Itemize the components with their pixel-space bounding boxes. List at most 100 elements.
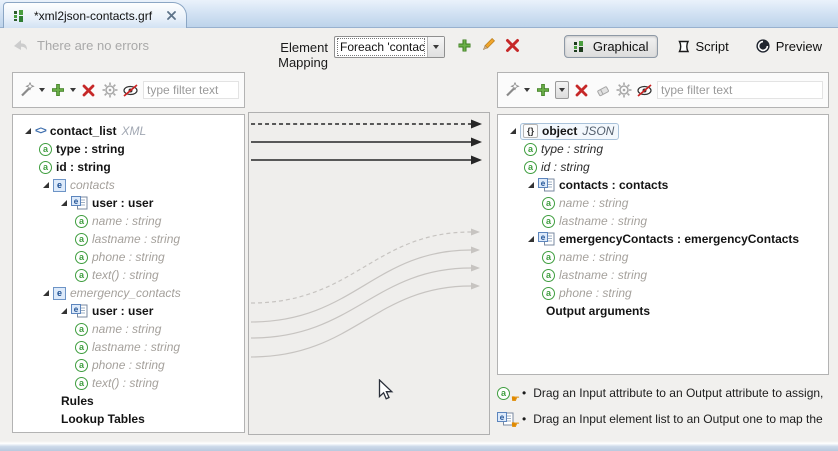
- attribute-icon: a: [542, 251, 555, 264]
- tree-item-lastname[interactable]: a lastname : string: [498, 212, 828, 230]
- graphical-view-button[interactable]: Graphical: [564, 35, 658, 58]
- tree-item-name[interactable]: a name : string: [13, 212, 244, 230]
- editor-tab-bar: *xml2json-contacts.grf: [0, 0, 838, 28]
- hint-element-list: e ☛ • Drag an Input element list to an O…: [497, 407, 835, 431]
- selected-item-highlight: {} object JSON: [520, 123, 619, 140]
- clear-errors-icon: [12, 37, 29, 53]
- add-node-icon[interactable]: [534, 82, 551, 99]
- element-list-icon: e: [71, 304, 88, 318]
- wizard-dropdown-icon[interactable]: [524, 88, 530, 92]
- settings-gear-icon[interactable]: [615, 82, 632, 99]
- hand-pointer-icon: ☛: [511, 421, 520, 431]
- svg-text:e: e: [74, 305, 79, 314]
- element-list-icon: e: [538, 232, 555, 246]
- script-view-button[interactable]: Script: [668, 36, 737, 57]
- hint-attribute: a ☛ • Drag an Input attribute to an Outp…: [497, 381, 835, 405]
- tree-item-type[interactable]: a type : string: [13, 140, 244, 158]
- tree-item-lastname-2[interactable]: a lastname : string: [13, 338, 244, 356]
- tree-item-phone[interactable]: a phone : string: [13, 248, 244, 266]
- input-filter-field[interactable]: [143, 81, 239, 99]
- add-mapping-icon[interactable]: [455, 36, 473, 54]
- tree-item-name-2[interactable]: a name : string: [13, 320, 244, 338]
- attribute-icon: a: [39, 161, 52, 174]
- tree-item-phone-2[interactable]: a phone : string: [13, 356, 244, 374]
- expander-icon[interactable]: [524, 178, 538, 192]
- tree-item-object[interactable]: {} object JSON: [498, 122, 828, 140]
- tree-item-rules[interactable]: Rules: [13, 392, 244, 410]
- tree-item-id[interactable]: a id : string: [13, 158, 244, 176]
- svg-text:e: e: [74, 197, 79, 206]
- preview-view-button[interactable]: Preview: [747, 35, 830, 57]
- combo-dropdown-icon[interactable]: [427, 37, 444, 57]
- eraser-icon[interactable]: [594, 82, 611, 99]
- graphical-label: Graphical: [593, 39, 649, 54]
- output-tree-panel: {} object JSON a type : string a id : st…: [497, 114, 829, 375]
- input-tree-panel: <> contact_list XML a type : string a id…: [12, 114, 245, 433]
- editor-tab[interactable]: *xml2json-contacts.grf: [3, 2, 187, 28]
- wizard-icon[interactable]: [503, 82, 520, 99]
- tree-item-text-2[interactable]: a text() : string: [13, 374, 244, 392]
- mapping-combobox[interactable]: Foreach 'contact: [334, 36, 445, 58]
- tree-item-contacts[interactable]: e contacts: [13, 176, 244, 194]
- input-panel-toolbar: [12, 72, 245, 108]
- mapping-toolbar: There are no errors Element Mapping Fore…: [0, 29, 838, 65]
- tree-item-lastname-2[interactable]: a lastname : string: [498, 266, 828, 284]
- tree-item-contact-list[interactable]: <> contact_list XML: [13, 122, 244, 140]
- tree-item-contacts[interactable]: e contacts : contacts: [498, 176, 828, 194]
- expander-icon[interactable]: [57, 196, 71, 210]
- wizard-icon[interactable]: [18, 82, 35, 99]
- tree-item-text[interactable]: a text() : string: [13, 266, 244, 284]
- expander-icon[interactable]: [21, 124, 35, 138]
- hide-attributes-icon[interactable]: [636, 82, 653, 99]
- tree-item-user[interactable]: e user : user: [13, 194, 244, 212]
- tab-close-icon[interactable]: [164, 9, 178, 23]
- preview-label: Preview: [776, 39, 822, 54]
- tree-item-name-2[interactable]: a name : string: [498, 248, 828, 266]
- wizard-dropdown-icon[interactable]: [39, 88, 45, 92]
- expander-icon[interactable]: [57, 304, 71, 318]
- attribute-icon: a: [542, 197, 555, 210]
- mapping-combobox-value: Foreach 'contact: [337, 38, 425, 56]
- expander-icon[interactable]: [524, 232, 538, 246]
- expander-icon[interactable]: [39, 286, 53, 300]
- error-status: There are no errors: [12, 37, 149, 53]
- add-node-icon[interactable]: [49, 82, 66, 99]
- attribute-icon: a: [75, 269, 88, 282]
- remove-node-icon[interactable]: [573, 82, 590, 99]
- tree-item-emergency-contacts[interactable]: e emergency_contacts: [13, 284, 244, 302]
- svg-text:e: e: [500, 413, 505, 422]
- edit-mapping-icon[interactable]: [479, 36, 497, 54]
- remove-node-icon[interactable]: [80, 82, 97, 99]
- tree-item-lastname[interactable]: a lastname : string: [13, 230, 244, 248]
- mapping-canvas[interactable]: [248, 112, 490, 435]
- preview-icon: [755, 38, 771, 54]
- tree-item-id[interactable]: a id : string: [498, 158, 828, 176]
- add-node-dropdown-icon[interactable]: [70, 88, 76, 92]
- mapping-arrows-svg: [249, 113, 489, 434]
- svg-text:e: e: [541, 179, 546, 188]
- tree-item-type[interactable]: a type : string: [498, 140, 828, 158]
- tree-item-phone[interactable]: a phone : string: [498, 284, 828, 302]
- tree-item-name[interactable]: a name : string: [498, 194, 828, 212]
- delete-mapping-icon[interactable]: [503, 36, 521, 54]
- attribute-icon: a: [542, 287, 555, 300]
- window-bottom-frame: [0, 441, 838, 451]
- hand-pointer-icon: ☛: [511, 395, 520, 405]
- tree-item-emergency-contacts[interactable]: e emergencyContacts : emergencyContacts: [498, 230, 828, 248]
- mouse-cursor: [378, 379, 394, 401]
- tree-item-lookup-tables[interactable]: Lookup Tables: [13, 410, 244, 428]
- hide-attributes-icon[interactable]: [122, 82, 139, 99]
- tree-item-output-arguments[interactable]: Output arguments: [498, 302, 828, 320]
- tree-item-user-2[interactable]: e user : user: [13, 302, 244, 320]
- json-root-icon: {}: [523, 124, 538, 138]
- expander-icon[interactable]: [506, 124, 520, 138]
- expander-icon[interactable]: [39, 178, 53, 192]
- add-node-dropdown-button[interactable]: [555, 81, 569, 99]
- element-mapping-label: Element Mapping: [228, 40, 328, 70]
- attribute-icon: a: [75, 251, 88, 264]
- output-filter-field[interactable]: [657, 81, 823, 99]
- element-icon: e: [53, 287, 66, 300]
- status-text: There are no errors: [37, 38, 149, 53]
- attribute-icon: a: [39, 143, 52, 156]
- settings-gear-icon[interactable]: [101, 82, 118, 99]
